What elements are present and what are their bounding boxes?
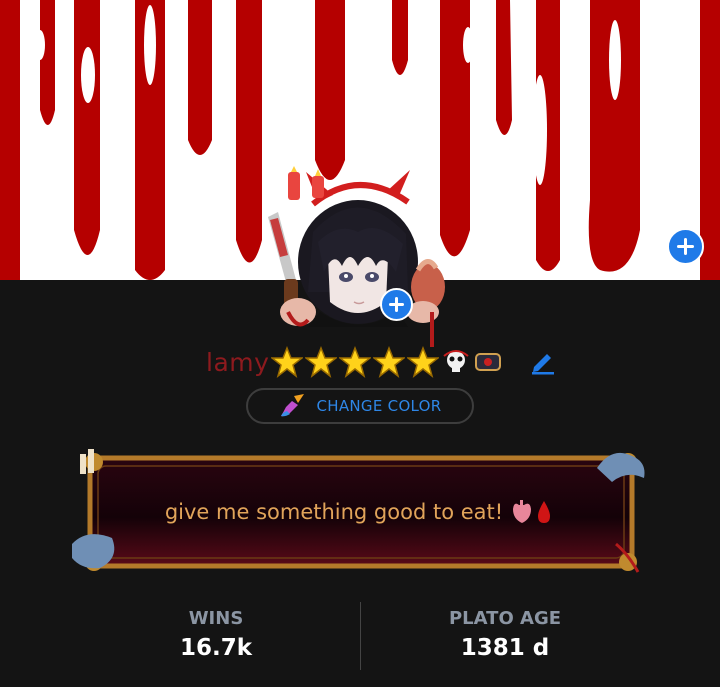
star-icon <box>305 346 338 378</box>
wins-label: WINS <box>188 608 244 629</box>
plus-icon <box>677 238 694 255</box>
avatar-illustration <box>268 166 445 347</box>
avatar-add-button[interactable] <box>380 288 413 321</box>
paintbrush-icon <box>281 394 305 417</box>
change-color-button[interactable]: CHANGE COLOR <box>246 388 474 424</box>
frame-badge-icon <box>475 353 502 371</box>
pencil-icon[interactable] <box>530 349 556 375</box>
banner-add-button[interactable] <box>667 228 704 265</box>
plato-age-value: 1381 d <box>460 635 550 661</box>
skull-badge-icon <box>443 350 470 372</box>
wins-stat: WINS 16.7k <box>66 608 366 661</box>
stats-section: WINS 16.7k PLATO AGE 1381 d <box>0 600 720 672</box>
username: lamy <box>206 347 270 377</box>
avatar[interactable] <box>258 162 468 352</box>
blood-drop-icon <box>538 501 551 523</box>
plato-age-stat: PLATO AGE 1381 d <box>355 608 655 661</box>
bio-text-row: give me something good to eat! <box>100 499 620 525</box>
bio-text: give me something good to eat! <box>164 500 504 524</box>
username-row: lamy <box>206 343 503 381</box>
star-icon <box>407 346 440 378</box>
change-color-label: CHANGE COLOR <box>316 397 442 415</box>
anatomical-heart-icon <box>513 500 532 523</box>
heart-and-drop-emoji <box>513 500 551 523</box>
star-icon <box>271 346 304 378</box>
star-rating <box>271 346 440 378</box>
plato-age-label: PLATO AGE <box>448 608 562 629</box>
knife-icon <box>268 212 298 313</box>
plus-icon <box>389 297 404 312</box>
star-icon <box>339 346 372 378</box>
star-icon <box>373 346 406 378</box>
wins-value: 16.7k <box>179 635 253 661</box>
